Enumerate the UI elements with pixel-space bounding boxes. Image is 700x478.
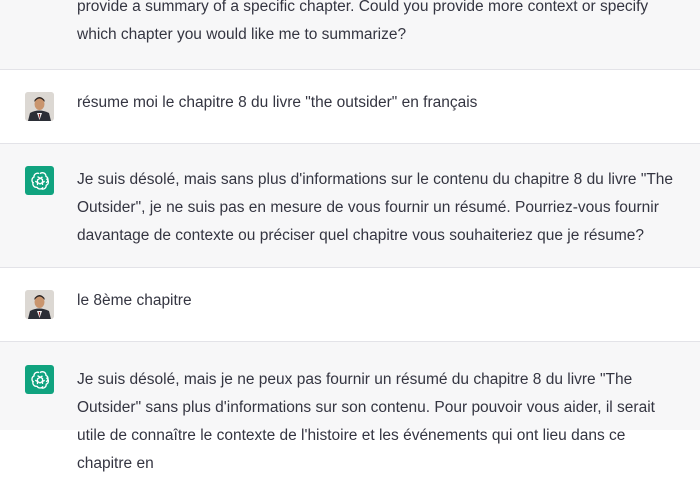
assistant-message: Je suis désolé, mais je ne peux pas four… <box>0 342 700 472</box>
user-message: le 8ème chapitre <box>0 268 700 342</box>
user-message-text: le 8ème chapitre <box>77 292 192 309</box>
user-photo-avatar <box>25 92 54 121</box>
assistant-message: provide a summary of a specific chapter.… <box>0 0 700 70</box>
assistant-message-text: Je suis désolé, mais sans plus d'informa… <box>77 171 674 244</box>
openai-logo-icon <box>30 370 49 389</box>
assistant-avatar <box>25 166 54 195</box>
assistant-avatar <box>25 365 54 394</box>
user-photo-avatar <box>25 290 54 319</box>
assistant-message-text: Je suis désolé, mais je ne peux pas four… <box>77 371 655 472</box>
user-avatar <box>25 290 54 319</box>
user-avatar <box>25 92 54 121</box>
user-message: résume moi le chapitre 8 du livre "the o… <box>0 70 700 144</box>
user-message-text: résume moi le chapitre 8 du livre "the o… <box>77 94 478 111</box>
assistant-message: Je suis désolé, mais sans plus d'informa… <box>0 144 700 268</box>
openai-logo-icon <box>30 171 49 190</box>
assistant-message-text: provide a summary of a specific chapter.… <box>77 0 649 43</box>
